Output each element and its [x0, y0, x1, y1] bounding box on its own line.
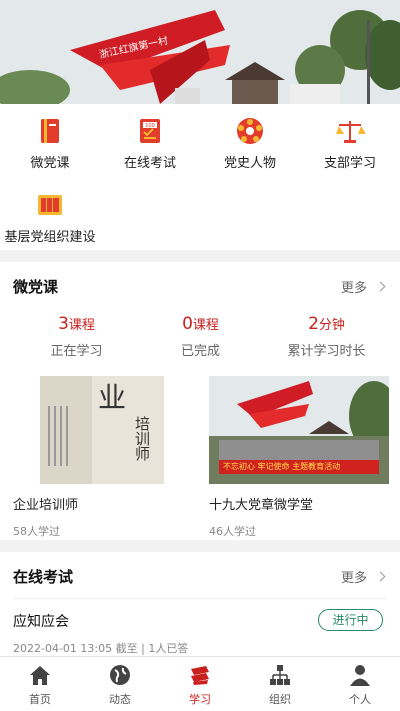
quick-item-online-exam[interactable]: 100 在线考试	[100, 116, 200, 171]
tab-study[interactable]: 学习	[160, 657, 240, 711]
section-title: 微党课	[13, 278, 59, 296]
stat-unit: 分钟	[318, 318, 345, 333]
divider	[13, 598, 387, 599]
globe-icon	[110, 665, 130, 685]
home-icon	[30, 666, 50, 685]
tab-home[interactable]: 首页	[0, 657, 80, 711]
bookshelf-icon	[38, 195, 62, 215]
quick-item-party-figures[interactable]: 党史人物	[200, 116, 300, 171]
tab-news[interactable]: 动态	[80, 657, 160, 711]
quick-item-micro-lesson[interactable]: 微党课	[0, 116, 100, 171]
section-title: 在线考试	[13, 568, 74, 586]
quick-item-label: 基层党组织建设	[4, 230, 96, 245]
course-cover: 业 培训师	[40, 376, 164, 484]
course-title: 十九大党章微学堂	[209, 498, 314, 513]
tab-profile[interactable]: 个人	[320, 657, 400, 711]
person-icon	[350, 665, 370, 686]
study-icon	[191, 666, 209, 685]
exam-paper-icon: 100	[140, 119, 160, 143]
status-badge: 进行中	[318, 609, 383, 631]
org-chart-icon	[270, 665, 290, 685]
quick-item-label: 支部学习	[323, 156, 376, 171]
quick-item-label: 党史人物	[223, 156, 276, 171]
cover-main-text: 培训师	[133, 416, 151, 461]
more-label: 更多	[340, 571, 367, 586]
tab-label: 个人	[349, 693, 371, 706]
exam-title: 应知应会	[13, 614, 69, 630]
cover-big-text: 业	[98, 381, 127, 414]
exam-meta: 2022-04-01 13:05 截至 | 1人已答	[13, 642, 189, 655]
bottom-tab-bar: 首页 动态 学习 组织 个人	[0, 656, 400, 711]
stat-unit: 课程	[192, 318, 219, 333]
course-card[interactable]: 业 培训师 企业培训师 58人学过	[13, 376, 193, 539]
tab-label: 首页	[29, 693, 51, 706]
book-icon	[41, 119, 59, 143]
micro-lesson-section: 微党课 更多 3课程 正在学习 0课程 已完成 2分钟 累计学习时长 业 培训师	[0, 262, 400, 540]
cover-banner-text: 不忘初心 牢记使命 主题教育活动	[223, 462, 341, 471]
course-title: 企业培训师	[13, 498, 79, 513]
stat-unit: 课程	[68, 318, 95, 333]
course-card[interactable]: 不忘初心 牢记使命 主题教育活动 十九大党章微学堂 46人学过	[209, 376, 389, 539]
tab-label: 组织	[269, 693, 291, 706]
chevron-right-icon	[375, 571, 386, 582]
micro-lesson-more-link[interactable]: 更多	[340, 277, 386, 296]
course-learners: 46人学过	[209, 525, 256, 538]
quick-menu: 微党课 100 在线考试 党史人物 支部学习 基层党组织建设	[0, 104, 400, 250]
more-label: 更多	[340, 281, 367, 296]
stat-number: 3	[58, 314, 69, 334]
tab-organization[interactable]: 组织	[240, 657, 320, 711]
chevron-right-icon	[375, 281, 386, 292]
stat-caption: 正在学习	[50, 344, 103, 359]
stat-caption: 已完成	[180, 344, 220, 359]
quick-item-branch-study[interactable]: 支部学习	[300, 116, 400, 171]
badge-icon	[237, 118, 263, 144]
svg-text:100: 100	[145, 123, 155, 129]
online-exam-section: 在线考试 更多 应知应会 进行中 2022-04-01 13:05 截至 | 1…	[0, 552, 400, 656]
scales-icon	[336, 121, 365, 143]
banner-image: 浙江红旗第一村	[0, 0, 400, 104]
stat-in-progress[interactable]: 3课程 正在学习	[10, 314, 143, 359]
stat-completed[interactable]: 0课程 已完成	[134, 314, 267, 359]
top-banner[interactable]: 浙江红旗第一村	[0, 0, 400, 104]
quick-item-grassroots-org[interactable]: 基层党组织建设	[0, 190, 100, 245]
stat-number: 2	[308, 314, 319, 334]
online-exam-more-link[interactable]: 更多	[340, 567, 386, 586]
quick-item-label: 在线考试	[123, 156, 176, 171]
tab-label: 学习	[189, 693, 211, 706]
stat-study-time[interactable]: 2分钟 累计学习时长	[260, 314, 393, 359]
stat-caption: 累计学习时长	[287, 344, 366, 359]
course-cover: 不忘初心 牢记使命 主题教育活动	[209, 376, 389, 484]
tab-label: 动态	[109, 693, 131, 706]
quick-item-label: 微党课	[30, 156, 70, 171]
stat-number: 0	[182, 314, 193, 334]
course-learners: 58人学过	[13, 525, 60, 538]
